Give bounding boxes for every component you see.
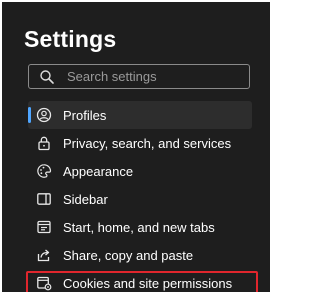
nav-item-share[interactable]: Share, copy and paste (28, 241, 252, 269)
search-icon (39, 69, 55, 85)
search-box[interactable] (28, 64, 250, 89)
search-input[interactable] (67, 69, 237, 84)
appearance-icon (36, 163, 52, 179)
nav-item-privacy[interactable]: Privacy, search, and services (28, 129, 252, 157)
nav-item-cookies[interactable]: Cookies and site permissions (26, 269, 258, 292)
nav-item-label: Privacy, search, and services (63, 135, 232, 151)
profile-icon (36, 107, 52, 123)
nav-item-label: Sidebar (63, 191, 108, 207)
nav-item-appearance[interactable]: Appearance (28, 157, 252, 185)
nav-item-label: Profiles (63, 107, 107, 123)
cookies-site-permissions-icon (36, 275, 52, 291)
nav-item-sidebar[interactable]: Sidebar (28, 185, 252, 213)
nav-item-label: Appearance (63, 163, 134, 179)
nav-item-label: Share, copy and paste (63, 247, 194, 263)
nav-item-profiles[interactable]: Profiles (28, 101, 252, 129)
sidebar-icon (36, 191, 52, 207)
nav-item-label: Start, home, and new tabs (63, 219, 215, 235)
start-home-icon (36, 219, 52, 235)
nav-item-start-home[interactable]: Start, home, and new tabs (28, 213, 252, 241)
nav-item-label: Cookies and site permissions (63, 275, 233, 291)
settings-panel: Settings Profiles Privacy, search, and s… (2, 2, 270, 292)
settings-nav: Profiles Privacy, search, and services A… (26, 101, 258, 292)
share-icon (36, 247, 52, 263)
lock-icon (36, 135, 52, 151)
page-title: Settings (24, 26, 117, 52)
